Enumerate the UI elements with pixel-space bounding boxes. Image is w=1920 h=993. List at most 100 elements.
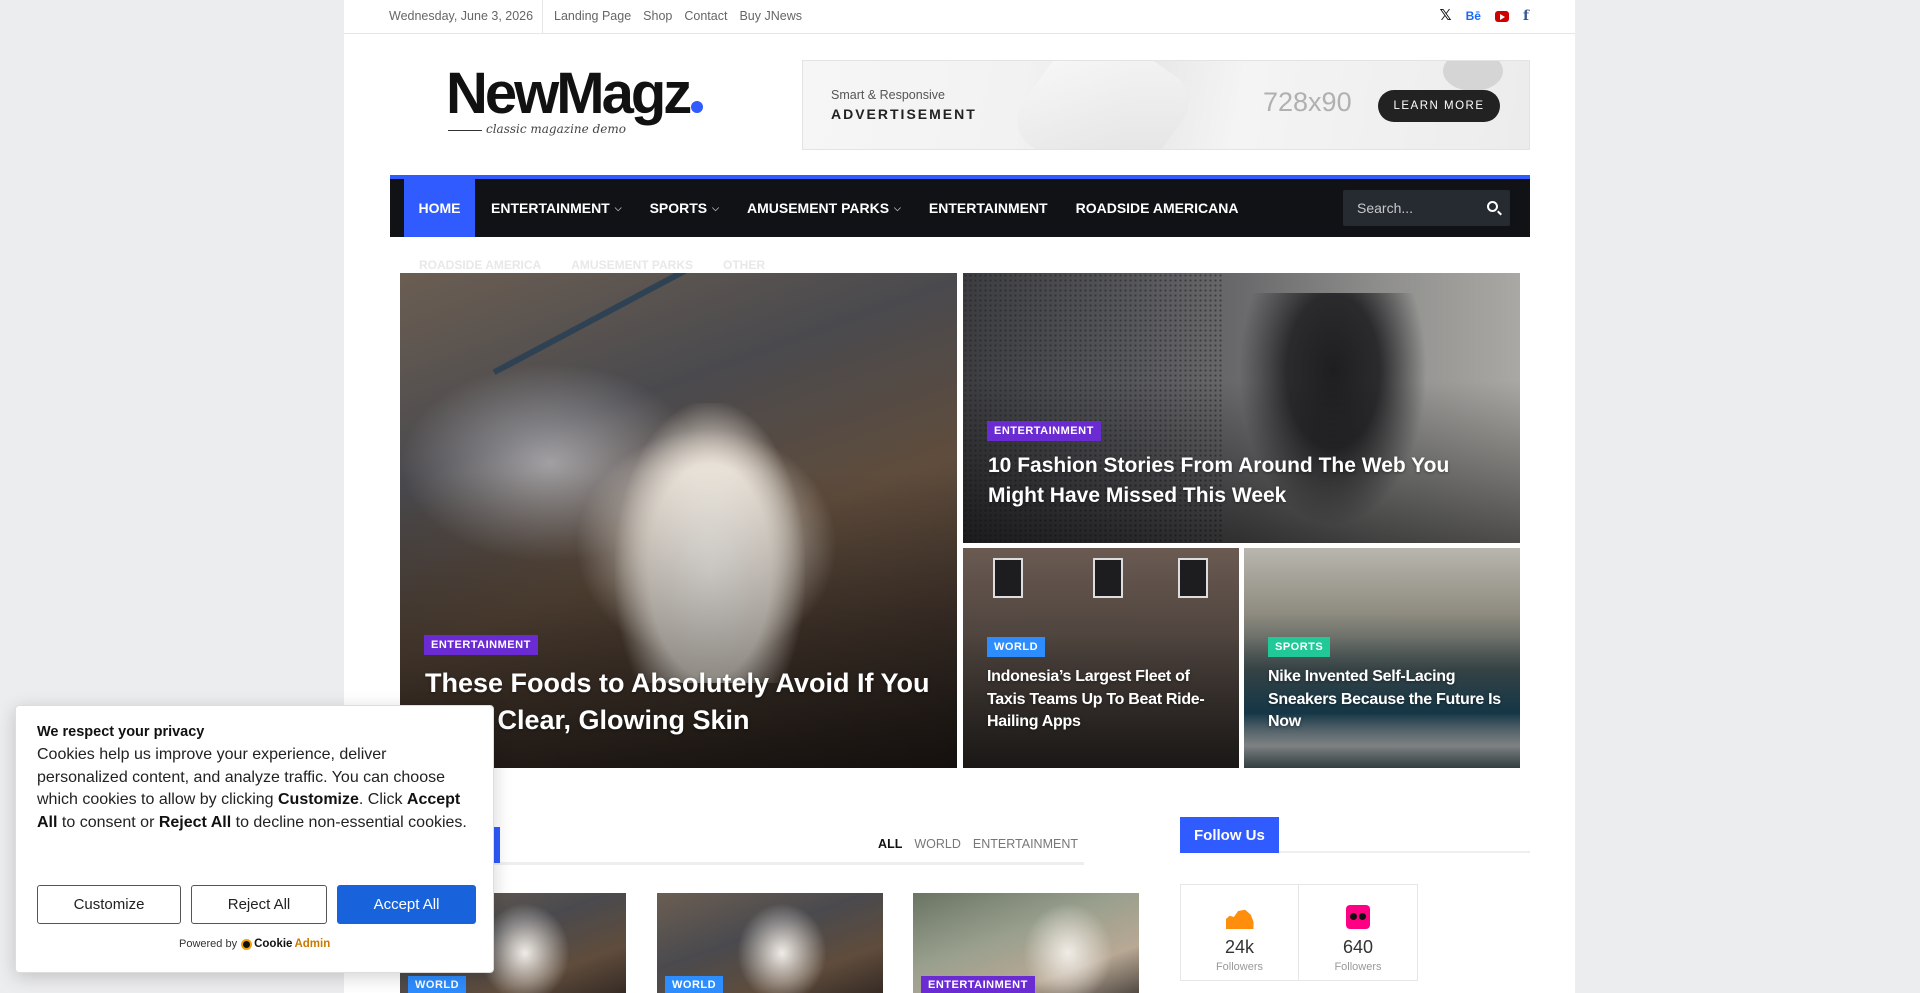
follower-label: Followers (1334, 961, 1382, 973)
flickr-icon (1346, 905, 1370, 929)
cookie-buttons: Customize Reject All Accept All (37, 885, 476, 924)
brand-part: Admin (294, 938, 331, 950)
logo-wordmark: NewMagz (446, 61, 692, 126)
category-badge[interactable]: WORLD (408, 976, 467, 993)
category-badge[interactable]: ENTERTAINMENT (987, 421, 1101, 441)
soundcloud-icon (1225, 909, 1254, 929)
ghost-submenu: ROADSIDE AMERICA AMUSEMENT PARKS OTHER (419, 258, 765, 272)
ghost-item: ROADSIDE AMERICA (419, 258, 542, 272)
youtube-icon[interactable] (1494, 10, 1509, 22)
image-detail (1023, 903, 1113, 993)
search-input[interactable] (1343, 190, 1473, 226)
powered-by: Powered by Cookie Admin (179, 938, 330, 950)
nav-item-amusement-parks[interactable]: AMUSEMENT PARKS ⌵ (747, 200, 901, 216)
main-nav: HOME ENTERTAINMENT ⌵ SPORTS ⌵ AMUSEMENT PA… (390, 175, 1530, 237)
cookie-text: to decline non-essential cookies. (231, 813, 467, 831)
ad-decoration (1443, 61, 1503, 91)
facebook-icon[interactable]: f (1523, 8, 1529, 24)
cookie-title: We respect your privacy (37, 724, 205, 740)
article-title[interactable]: Indonesia’s Largest Fleet of Taxis Teams… (987, 666, 1222, 734)
social-counters: 24k Followers 640 Followers (1180, 884, 1418, 981)
ad-subtitle: Smart & Responsive (831, 88, 945, 102)
logo-tagline: classic magazine demo (446, 122, 626, 136)
follow-us-header: Follow Us (1180, 817, 1530, 853)
search-box (1343, 190, 1510, 226)
hero-article-bottom-left[interactable]: WORLD Indonesia’s Largest Fleet of Taxis… (963, 548, 1239, 768)
top-bar: Wednesday, June 3, 2026 Landing Page Sho… (344, 0, 1575, 34)
hero-article-main[interactable]: ENTERTAINMENT These Foods to Absolutely … (400, 273, 957, 768)
powered-by-label: Powered by (179, 938, 238, 950)
article-title[interactable]: These Foods to Absolutely Avoid If You W… (425, 665, 935, 739)
cookieadmin-logo[interactable]: Cookie Admin (241, 938, 330, 950)
nav-item-label: ENTERTAINMENT (928, 200, 1048, 216)
chevron-down-icon: ⌵ (712, 202, 719, 213)
hero-article-top-right[interactable]: ENTERTAINMENT 10 Fashion Stories From Ar… (963, 273, 1520, 543)
chevron-down-icon: ⌵ (614, 202, 622, 213)
image-detail (737, 903, 827, 993)
cookie-text-bold: Customize (278, 791, 359, 808)
category-badge[interactable]: WORLD (665, 976, 724, 993)
chevron-down-icon: ⌵ (894, 202, 901, 213)
brand-part: Cookie (254, 938, 293, 950)
follower-label: Followers (1215, 961, 1264, 973)
category-badge[interactable]: ENTERTAINMENT (424, 635, 538, 655)
follow-us-title: Follow Us (1180, 817, 1279, 853)
filter-all[interactable]: ALL (878, 837, 902, 851)
filter-entertainment[interactable]: ENTERTAINMENT (973, 837, 1078, 851)
cookie-text: to consent or (57, 813, 159, 831)
flickr-counter[interactable]: 640 Followers (1299, 885, 1417, 980)
image-detail (1178, 558, 1208, 598)
top-link-landing-page[interactable]: Landing Page (554, 9, 631, 23)
cookie-consent-dialog: We respect your privacy Cookies help us … (15, 705, 494, 973)
image-detail (1093, 558, 1123, 598)
article-thumbnail[interactable]: WORLD (657, 893, 883, 993)
nav-item-label: SPORTS (649, 200, 708, 216)
top-links: Landing Page Shop Contact Buy JNews (554, 9, 802, 23)
x-icon[interactable]: 𝕏 (1440, 8, 1452, 24)
ad-dimensions: 728x90 (1263, 87, 1352, 117)
site-logo[interactable]: NewMagz classic magazine demo (446, 64, 706, 144)
nav-item-entertainment-2[interactable]: ENTERTAINMENT (929, 200, 1048, 216)
behance-icon[interactable]: Bē (1466, 8, 1481, 24)
hero-article-bottom-right[interactable]: SPORTS Nike Invented Self-Lacing Sneaker… (1244, 548, 1520, 768)
ad-learn-more-button[interactable]: LEARN MORE (1378, 90, 1500, 122)
logo-dot (691, 101, 704, 113)
social-links: 𝕏 Bē f (1440, 8, 1529, 25)
top-link-shop[interactable]: Shop (643, 9, 672, 23)
image-detail (993, 558, 1023, 598)
nav-item-roadside-americana[interactable]: ROADSIDE AMERICANA (1076, 200, 1239, 216)
category-badge[interactable]: WORLD (987, 637, 1046, 657)
ad-title: ADVERTISEMENT (831, 106, 977, 122)
ghost-item: AMUSEMENT PARKS (571, 258, 694, 272)
reject-all-button[interactable]: Reject All (191, 885, 327, 924)
accept-all-button[interactable]: Accept All (337, 885, 476, 924)
article-title[interactable]: 10 Fashion Stories From Around The Web Y… (988, 451, 1508, 511)
divider (542, 0, 543, 34)
nav-home[interactable]: HOME (404, 179, 475, 237)
top-link-buy-jnews[interactable]: Buy JNews (739, 9, 802, 23)
page: Wednesday, June 3, 2026 Landing Page Sho… (344, 0, 1575, 993)
search-icon[interactable] (1487, 201, 1498, 212)
nav-item-entertainment[interactable]: ENTERTAINMENT ⌵ (491, 200, 622, 216)
cookie-description: Cookies help us improve your experience,… (37, 744, 477, 834)
ghost-item: OTHER (723, 258, 766, 272)
nav-items: ENTERTAINMENT ⌵ SPORTS ⌵ AMUSEMENT PARKS ⌵ … (491, 179, 1266, 237)
category-badge[interactable]: ENTERTAINMENT (921, 976, 1035, 993)
filter-world[interactable]: WORLD (914, 837, 961, 851)
nav-item-label: ROADSIDE AMERICANA (1075, 200, 1239, 216)
image-detail (492, 273, 708, 375)
cookie-text-bold: Reject All (158, 813, 232, 831)
top-link-contact[interactable]: Contact (684, 9, 727, 23)
article-title[interactable]: Nike Invented Self-Lacing Sneakers Becau… (1268, 666, 1503, 734)
category-badge[interactable]: SPORTS (1268, 637, 1331, 657)
ad-decoration (1005, 61, 1201, 149)
nav-item-label: AMUSEMENT PARKS (746, 200, 890, 216)
ad-banner[interactable]: Smart & Responsive ADVERTISEMENT 728x90 … (802, 60, 1530, 150)
block-header: ALL WORLD ENTERTAINMENT (390, 827, 1084, 865)
nav-item-sports[interactable]: SPORTS ⌵ (650, 200, 719, 216)
follower-count: 640 (1342, 937, 1374, 957)
soundcloud-counter[interactable]: 24k Followers (1181, 885, 1299, 980)
article-thumbnail[interactable]: ENTERTAINMENT (913, 893, 1139, 993)
nav-item-label: ENTERTAINMENT (491, 200, 610, 216)
customize-button[interactable]: Customize (37, 885, 181, 924)
